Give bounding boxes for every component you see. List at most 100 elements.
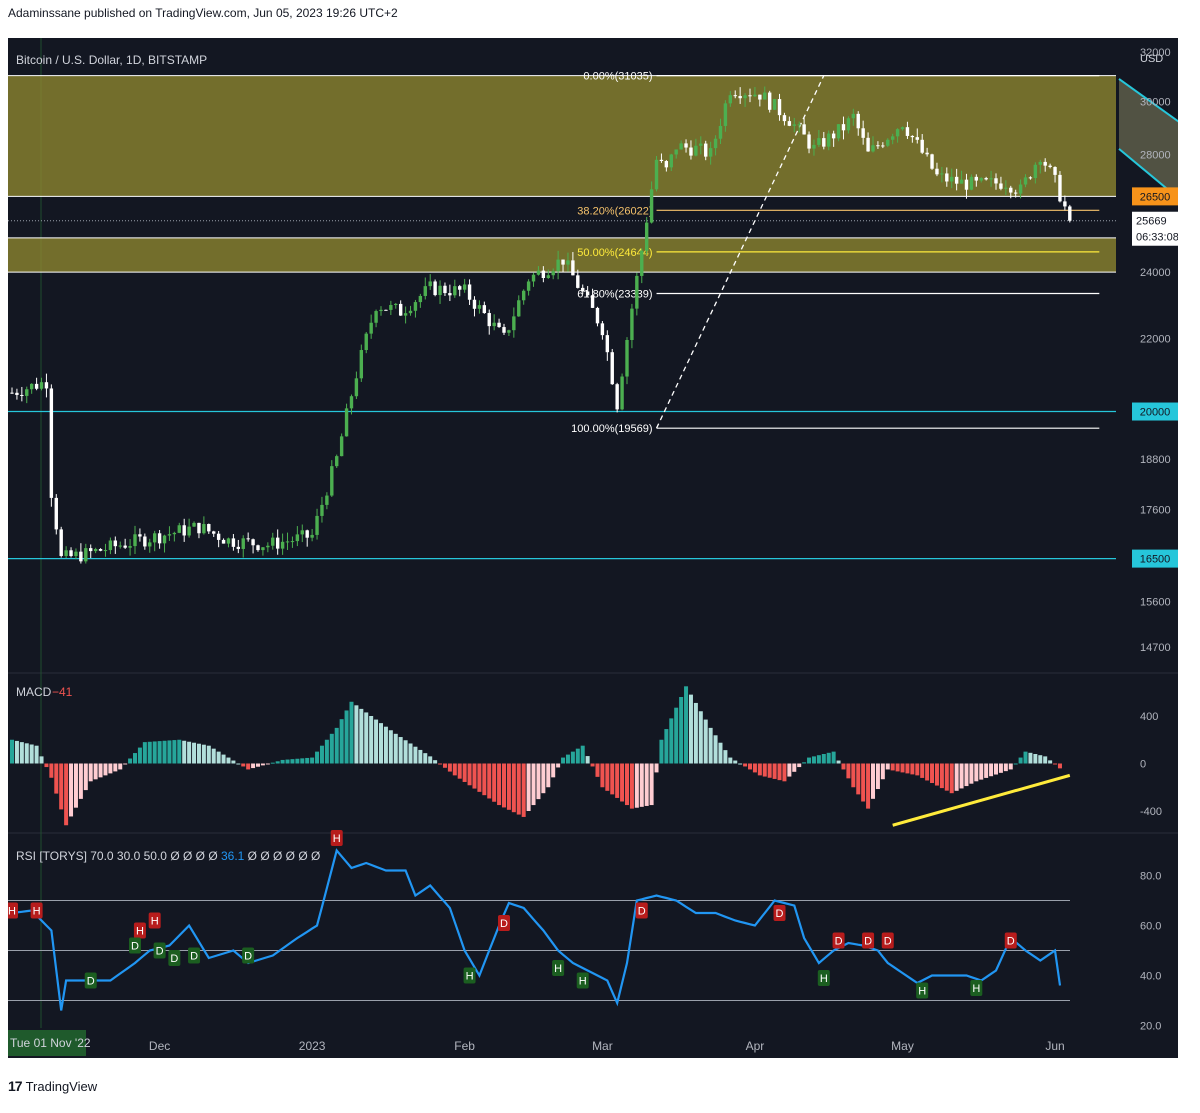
rsi-marker-label: D	[776, 908, 784, 920]
candle-body	[103, 550, 108, 552]
macd-histogram-bar	[398, 737, 403, 764]
macd-histogram-bar	[703, 719, 708, 764]
candle-body	[802, 124, 806, 135]
chart-canvas[interactable]: 0.00%(31035)38.20%(26022)50.00%(24644)61…	[8, 38, 1178, 1058]
macd-histogram-bar	[516, 763, 521, 815]
candle-body	[251, 539, 255, 546]
macd-histogram-bar	[802, 762, 807, 764]
candle-body	[905, 127, 910, 136]
macd-histogram-bar	[492, 763, 497, 802]
candle-body	[453, 286, 457, 296]
footer: 17 TradingView	[8, 1078, 97, 1094]
macd-histogram-bar	[605, 763, 610, 791]
candle-body	[1018, 184, 1023, 194]
macd-histogram-bar	[34, 745, 39, 764]
time-axis-tick: Mar	[592, 1039, 613, 1053]
candle-body	[876, 145, 880, 147]
candle-body	[339, 436, 344, 457]
candle-body	[389, 304, 393, 310]
candle-body	[487, 313, 491, 327]
candle-body	[979, 178, 983, 181]
candle-body	[256, 545, 260, 551]
candle-body	[536, 270, 541, 275]
macd-histogram-bar	[546, 763, 551, 788]
candle-body	[561, 259, 565, 265]
macd-histogram-bar	[295, 758, 300, 764]
macd-histogram-bar	[866, 763, 871, 809]
candle-body	[374, 311, 378, 323]
candle-body	[34, 383, 39, 389]
candle-body	[236, 546, 241, 549]
macd-histogram-bar	[78, 763, 83, 799]
candle-body	[753, 94, 757, 97]
macd-histogram-bar	[797, 763, 802, 768]
candle-body	[403, 313, 408, 316]
macd-histogram-bar	[482, 763, 487, 796]
candle-body	[79, 551, 83, 562]
macd-histogram-bar	[1028, 752, 1033, 764]
macd-histogram-bar	[762, 763, 767, 777]
candle-body	[182, 525, 186, 536]
candle-body	[423, 286, 427, 296]
macd-histogram-bar	[393, 733, 398, 764]
candle-body	[1013, 192, 1018, 194]
candle-body	[625, 339, 629, 377]
rsi-marker-label: H	[918, 986, 926, 998]
candle-body	[502, 327, 506, 333]
candle-body	[467, 284, 472, 300]
macd-histogram-bar	[428, 756, 433, 764]
macd-histogram-bar	[994, 763, 998, 775]
macd-histogram-bar	[679, 697, 684, 764]
price-axis-tick: 22000	[1140, 334, 1171, 346]
candle-body	[856, 113, 860, 129]
macd-histogram-bar	[580, 745, 585, 764]
candle-body	[123, 545, 127, 548]
chart-area[interactable]: 0.00%(31035) 38.20%(26022) 50.00%(24644) 61…	[8, 38, 1178, 1058]
rsi-marker-label: D	[190, 951, 198, 963]
rsi-axis-tick: 40.0	[1140, 971, 1161, 983]
candle-body	[305, 530, 309, 538]
macd-histogram-bar	[423, 753, 428, 764]
price-axis-tick: 17600	[1140, 504, 1171, 516]
macd-histogram-bar	[383, 726, 388, 764]
candle-body	[167, 534, 172, 536]
candle-body	[379, 309, 383, 312]
publisher-line: Adaminssane published on TradingView.com…	[8, 6, 398, 20]
candle-body	[930, 154, 934, 169]
candle-body	[684, 143, 688, 148]
candle-body	[148, 542, 152, 547]
macd-histogram-bar	[880, 763, 885, 780]
macd-histogram-bar	[930, 763, 935, 784]
price-axis-tick: 30000	[1140, 97, 1171, 109]
macd-histogram-bar	[629, 763, 634, 809]
macd-histogram-bar	[339, 719, 344, 764]
candle-body	[954, 176, 959, 184]
candle-body	[758, 94, 762, 100]
macd-histogram-bar	[447, 763, 452, 772]
candle-body	[192, 522, 196, 527]
candle-body	[1033, 164, 1038, 179]
macd-histogram-bar	[359, 708, 364, 764]
candle-body	[526, 281, 531, 291]
candle-body	[472, 299, 477, 309]
macd-histogram-bar	[246, 763, 251, 770]
candle-body	[969, 176, 974, 190]
macd-histogram-bar	[413, 746, 418, 764]
candle-body	[827, 133, 831, 147]
rsi-marker-label: H	[554, 963, 562, 975]
macd-histogram-bar	[408, 743, 413, 764]
macd-histogram-bar	[472, 763, 477, 789]
macd-histogram-bar	[324, 739, 329, 764]
candle-body	[1038, 161, 1042, 165]
candle-body	[900, 127, 905, 130]
rsi-marker-label: H	[333, 833, 341, 845]
rsi-marker-label: H	[820, 973, 828, 985]
candle-body	[364, 333, 368, 351]
macd-histogram-bar	[743, 763, 748, 767]
macd-histogram-bar	[305, 757, 310, 764]
macd-histogram-bar	[777, 763, 782, 781]
macd-histogram-bar	[531, 763, 536, 806]
candle-body	[275, 537, 280, 549]
macd-histogram-bar	[723, 750, 728, 764]
macd-histogram-bar	[452, 763, 457, 776]
